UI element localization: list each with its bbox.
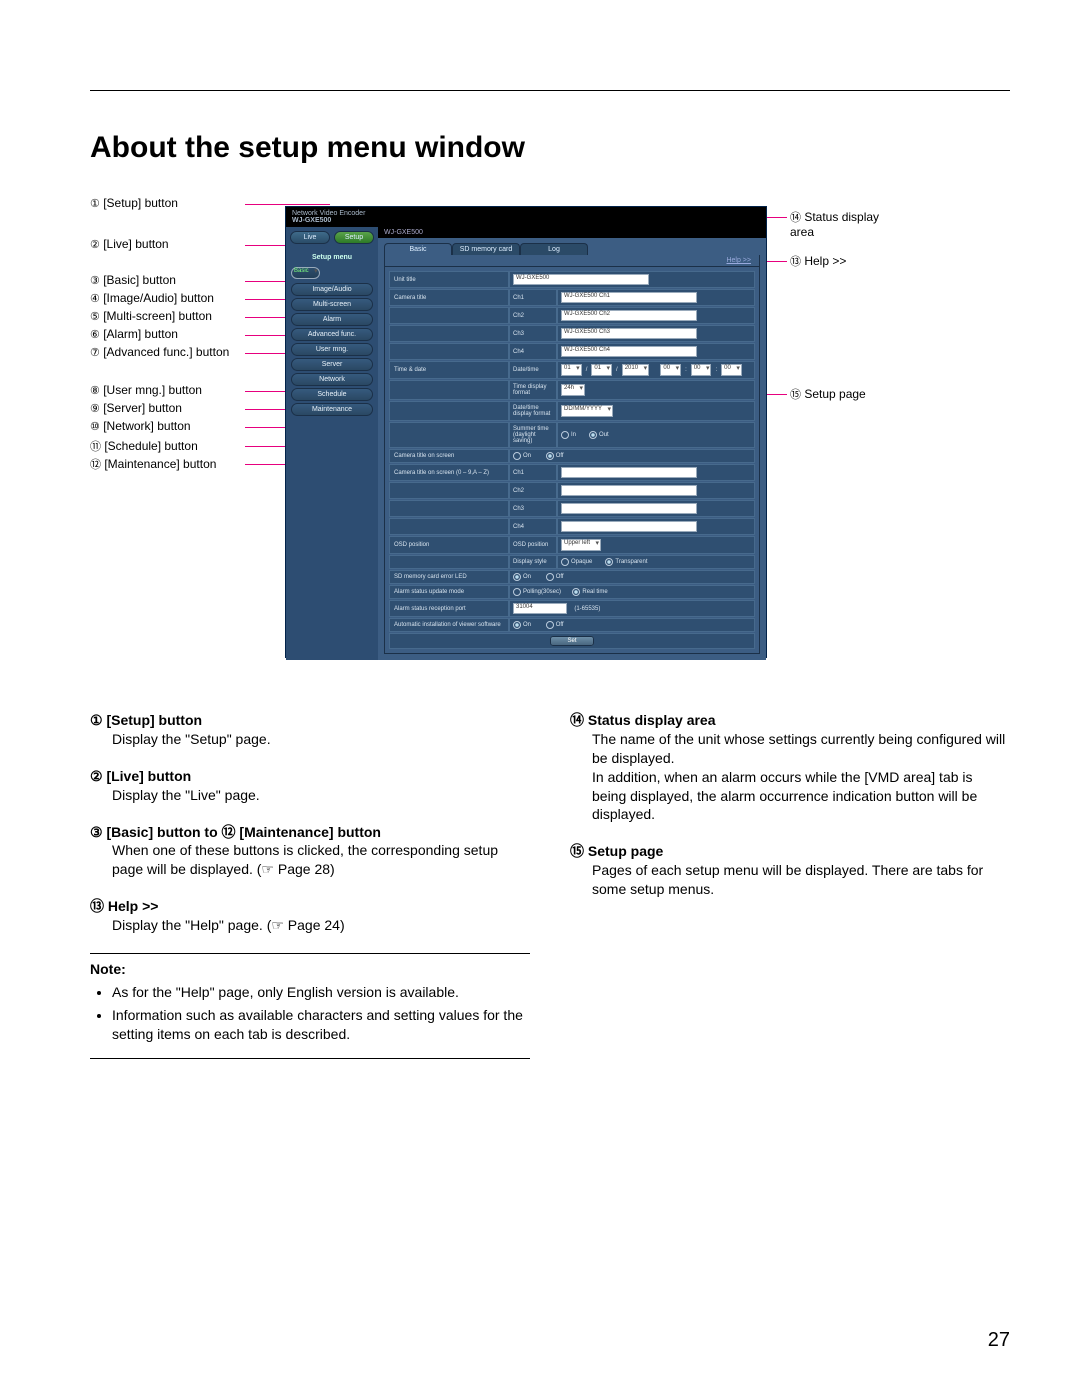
sidebar-item-maintenance[interactable]: Maintenance (291, 403, 373, 416)
callout-left-8: ⑧ [User mng.] button (90, 383, 202, 397)
tab-sd-memory-card[interactable]: SD memory card (452, 243, 520, 255)
page-number: 27 (988, 1329, 1010, 1352)
callout-left-4: ④ [Image/Audio] button (90, 291, 214, 305)
cam-screen-3[interactable] (561, 503, 697, 514)
callout-right-2: ⑬ Help >> (790, 253, 846, 269)
descriptions: ① [Setup] buttonDisplay the "Setup" page… (90, 711, 1010, 1059)
sidebar-item-alarm[interactable]: Alarm (291, 313, 373, 326)
sidebar-item-multi-screen[interactable]: Multi-screen (291, 298, 373, 311)
camera-title-3[interactable]: WJ-GXE500 Ch3 (561, 328, 697, 339)
desc-item: ⑮ Setup pagePages of each setup menu wil… (570, 842, 1010, 899)
camera-title-2[interactable]: WJ-GXE500 Ch2 (561, 310, 697, 321)
status-display: WJ-GXE500 (378, 227, 766, 238)
product-header: Network Video Encoder (292, 210, 365, 217)
callout-left-10: ⑩ [Network] button (90, 419, 191, 433)
sidebar-item-server[interactable]: Server (291, 358, 373, 371)
sidebar-item-basic[interactable]: Basic (291, 267, 320, 279)
callout-left-3: ③ [Basic] button (90, 273, 176, 287)
content-area: WJ-GXE500 BasicSD memory cardLog Help >>… (378, 227, 766, 660)
callout-left-6: ⑥ [Alarm] button (90, 327, 178, 341)
live-button[interactable]: Live (290, 231, 330, 244)
desc-item: ⑬ Help >>Display the "Help" page. (☞ Pag… (90, 897, 530, 935)
sidebar-item-network[interactable]: Network (291, 373, 373, 386)
cam-screen-4[interactable] (561, 521, 697, 532)
sidebar-item-advanced-func-[interactable]: Advanced func. (291, 328, 373, 341)
callout-right-3: ⑮ Setup page (790, 386, 866, 402)
tab-basic[interactable]: Basic (384, 243, 452, 255)
cam-screen-2[interactable] (561, 485, 697, 496)
setup-button[interactable]: Setup (334, 231, 374, 244)
menu-header: Setup menu (286, 248, 378, 265)
annotated-diagram: ① [Setup] button ② [Live] button ③ [Basic]… (90, 191, 990, 671)
sidebar-item-schedule[interactable]: Schedule (291, 388, 373, 401)
help-link-row: Help >> (384, 255, 760, 267)
desc-item: ② [Live] buttonDisplay the "Live" page. (90, 767, 530, 805)
sidebar-item-image-audio[interactable]: Image/Audio (291, 283, 373, 296)
sidebar-item-user-mng-[interactable]: User mng. (291, 343, 373, 356)
set-button[interactable]: Set (550, 636, 593, 646)
top-rule (90, 90, 1010, 91)
alarm-port-input[interactable]: 31004 (513, 603, 567, 614)
sidebar: Live Setup Setup menu Basic Image/Audio Mu… (286, 227, 378, 660)
note-block: Note:As for the "Help" page, only Englis… (90, 953, 530, 1059)
model-name: WJ-GXE500 (292, 217, 331, 224)
desc-item: ③ [Basic] button to ⑫ [Maintenance] butt… (90, 823, 530, 880)
callout-left-2: ② [Live] button (90, 237, 169, 251)
unit-title-input[interactable]: WJ-GXE500 (513, 274, 649, 285)
desc-item: ① [Setup] buttonDisplay the "Setup" page… (90, 711, 530, 749)
setup-form: Unit titleWJ-GXE500Camera titleCh1WJ-GXE… (384, 267, 760, 654)
app-window: Network Video Encoder WJ-GXE500 Live Set… (285, 206, 767, 658)
callout-left-12: ⑫ [Maintenance] button (90, 456, 216, 472)
page-title: About the setup menu window (90, 131, 1010, 165)
cam-screen-1[interactable] (561, 467, 697, 478)
callout-left-5: ⑤ [Multi-screen] button (90, 309, 212, 323)
callout-left-7: ⑦ [Advanced func.] button (90, 345, 229, 359)
callout-left-1: ① [Setup] button (90, 196, 178, 210)
callout-left-9: ⑨ [Server] button (90, 401, 182, 415)
camera-title-4[interactable]: WJ-GXE500 Ch4 (561, 346, 697, 357)
title-bar: Network Video Encoder WJ-GXE500 (286, 207, 766, 227)
help-link[interactable]: Help >> (726, 257, 751, 264)
tabs: BasicSD memory cardLog (384, 243, 760, 255)
desc-item: ⑭ Status display areaThe name of the uni… (570, 711, 1010, 824)
callout-left-11: ⑪ [Schedule] button (90, 438, 198, 454)
callout-right-1: ⑭ Status displayarea (790, 209, 879, 239)
camera-title-1[interactable]: WJ-GXE500 Ch1 (561, 292, 697, 303)
tab-log[interactable]: Log (520, 243, 588, 255)
